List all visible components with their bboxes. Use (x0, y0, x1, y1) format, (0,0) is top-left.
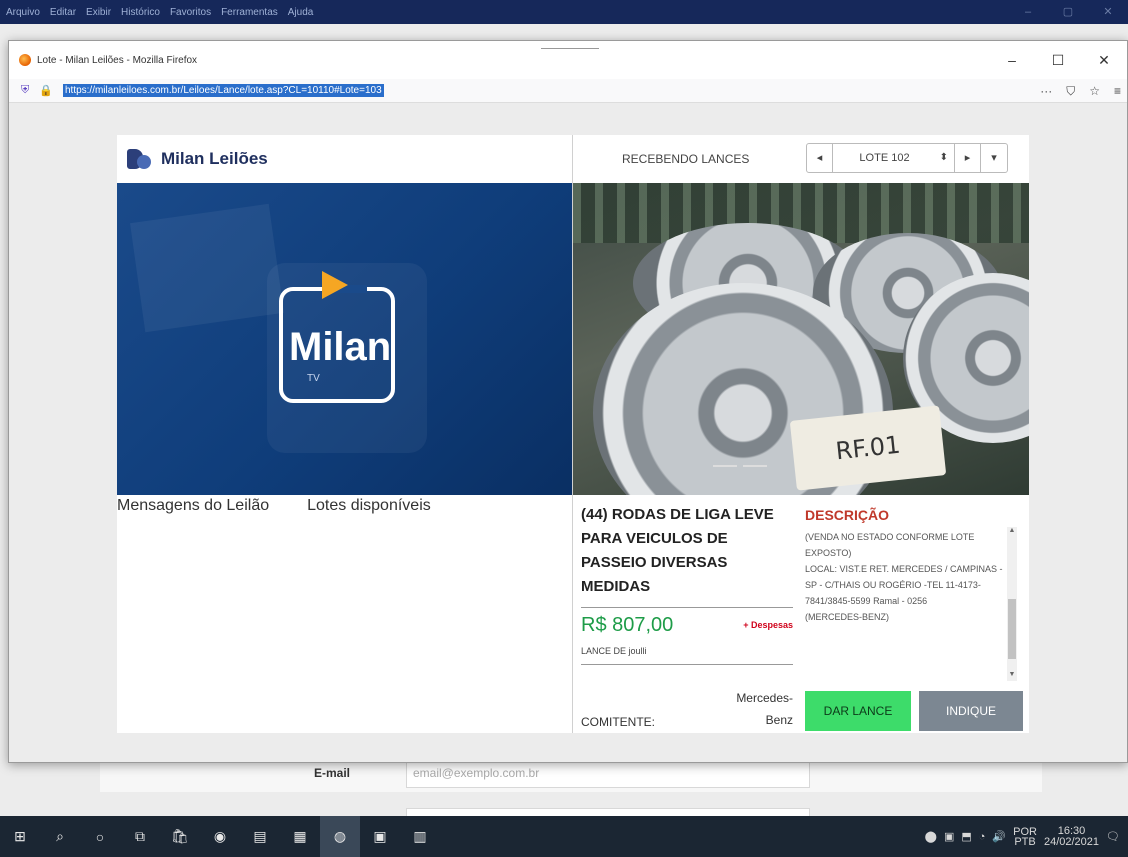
tray-icon[interactable]: ▣ (944, 830, 954, 843)
tray-icon[interactable]: ⬤ (925, 830, 937, 843)
despesas-link[interactable]: + Despesas (743, 620, 793, 630)
price-row: R$ 807,00 + Despesas (581, 614, 793, 644)
comitente-value: Mercedes-Benz (736, 691, 793, 727)
description-scrollbar[interactable]: ▲ ▼ (1007, 527, 1017, 681)
description-panel: DESCRIÇÃO (VENDA NO ESTADO CONFORME LOTE… (801, 495, 1029, 733)
video-subtitle: TV (307, 373, 320, 384)
scroll-up-icon[interactable]: ▲ (1007, 527, 1017, 537)
select-arrows-icon: ⬍ (939, 152, 948, 163)
comitente-row: COMITENTE: Mercedes-Benz (581, 677, 793, 737)
page-actions-icon[interactable]: ··· (1040, 84, 1052, 98)
app-icon[interactable]: ▣ (360, 816, 400, 857)
tray-icon[interactable]: ⬒ (961, 830, 971, 843)
store-icon[interactable]: 🛍 (160, 816, 200, 857)
language-indicator[interactable]: POR PTB (1013, 826, 1037, 848)
cortana-icon[interactable]: ○ (80, 816, 120, 857)
close-button[interactable]: ✕ (1081, 41, 1127, 79)
task-view-icon[interactable]: ⧉ (120, 816, 160, 857)
status-text: RECEBENDO LANCES (622, 152, 750, 166)
windows-taskbar: ⊞ ⌕ ○ ⧉ 🛍 ◉ ▤ ▦ ◍ ▣ ▥ ⬤ ▣ ⬒ ◔ 🔊 POR PTB … (0, 816, 1128, 857)
menu-editar[interactable]: Editar (50, 7, 76, 18)
network-icon[interactable]: ◔ (979, 831, 986, 843)
lot-select[interactable]: LOTE 102 ⬍ (833, 144, 955, 172)
milan-tv-video[interactable]: Milan TV (117, 183, 572, 495)
outer-menubar: Arquivo Editar Exibir Histórico Favorito… (0, 0, 1128, 24)
minimize-button[interactable]: – (989, 41, 1035, 79)
drag-handle[interactable] (541, 45, 599, 49)
description-title: DESCRIÇÃO (805, 507, 890, 523)
lang-bottom: PTB (1014, 835, 1036, 848)
pocket-icon[interactable]: ⛉ (1066, 84, 1075, 99)
menu-ajuda[interactable]: Ajuda (288, 7, 314, 18)
url-input[interactable]: https://milanleiloes.com.br/Leiloes/Lanc… (62, 84, 384, 97)
scroll-down-icon[interactable]: ▼ (1007, 671, 1017, 681)
maximize-button[interactable]: ☐ (1035, 41, 1081, 79)
file-explorer-icon[interactable]: ▤ (240, 816, 280, 857)
tracking-shield-icon[interactable]: ⛨ (21, 84, 29, 97)
firefox-icon (19, 54, 31, 66)
excel-icon[interactable]: ▥ (400, 816, 440, 857)
menu-arquivo[interactable]: Arquivo (6, 7, 40, 18)
app-icon[interactable]: ▦ (280, 816, 320, 857)
auction-tabs: Mensagens do Leilão Lotes disponíveis (117, 495, 572, 525)
next-lot-button[interactable]: ▸ (955, 144, 981, 172)
lot-photo[interactable]: RF.01 (573, 183, 1029, 495)
url-bar-actions: ··· ⛉ ☆ ≡ (1040, 79, 1121, 103)
menu-favoritos[interactable]: Favoritos (170, 7, 211, 18)
lot-title: (44) RODAS DE LIGA LEVE PARA VEICULOS DE… (581, 506, 774, 595)
hamburger-menu-icon[interactable]: ≡ (1114, 84, 1121, 98)
outer-window-controls: – ▢ ✕ (1008, 0, 1128, 24)
search-icon[interactable]: ⌕ (40, 816, 80, 857)
previous-lot-button[interactable]: ◂ (807, 144, 833, 172)
url-bar: ⛨ 🔒 https://milanleiloes.com.br/Leiloes/… (9, 79, 1127, 103)
brand-header: Milan Leilões (117, 135, 572, 183)
clock[interactable]: 16:30 24/02/2021 (1043, 825, 1100, 848)
description-line: (MERCEDES-BENZ) (805, 612, 890, 622)
lock-icon[interactable]: 🔒 (39, 84, 53, 97)
lot-info: (44) RODAS DE LIGA LEVE PARA VEICULOS DE… (573, 495, 801, 733)
popup-window-controls: – ☐ ✕ (989, 41, 1127, 79)
system-tray: ⬤ ▣ ⬒ ◔ 🔊 POR PTB 16:30 24/02/2021 🗨 (925, 816, 1128, 857)
firefox-taskbar-icon[interactable]: ◍ (320, 816, 360, 857)
menu-historico[interactable]: Histórico (121, 7, 160, 18)
tab-mensagens[interactable]: Mensagens do Leilão (117, 495, 269, 525)
carousel-indicators[interactable] (713, 465, 767, 467)
start-icon[interactable]: ⊞ (0, 816, 40, 857)
popup-titlebar: Lote - Milan Leilões - Mozilla Firefox –… (9, 41, 1127, 79)
bookmark-star-icon[interactable]: ☆ (1089, 84, 1100, 98)
description-line: (VENDA NO ESTADO CONFORME LOTE EXPOSTO) (805, 532, 975, 558)
comitente-label: COMITENTE: (581, 715, 655, 729)
clock-date: 24/02/2021 (1043, 835, 1100, 848)
lot-navigator: ◂ LOTE 102 ⬍ ▸ ▾ (806, 143, 1008, 173)
menu-ferramentas[interactable]: Ferramentas (221, 7, 278, 18)
outer-maximize-button[interactable]: ▢ (1048, 0, 1088, 24)
outer-close-button[interactable]: ✕ (1088, 0, 1128, 24)
volume-icon[interactable]: 🔊 (992, 830, 1006, 843)
description-line: LOCAL: VIST.E RET. MERCEDES / CAMPINAS -… (805, 564, 1003, 606)
video-title: Milan (289, 325, 392, 369)
lot-select-value: LOTE 102 (859, 152, 910, 164)
play-icon[interactable] (322, 271, 348, 299)
email-label: E-mail (314, 766, 351, 780)
description-body: (VENDA NO ESTADO CONFORME LOTE EXPOSTO) … (805, 529, 1015, 681)
scrollbar-thumb[interactable] (1008, 599, 1016, 659)
last-bidder: LANCE DE joulli (581, 646, 647, 656)
menu-exibir[interactable]: Exibir (86, 7, 111, 18)
chrome-icon[interactable]: ◉ (200, 816, 240, 857)
lot-options-dropdown[interactable]: ▾ (981, 144, 1007, 172)
current-price: R$ 807,00 (581, 614, 674, 636)
lot-card: Milan Leilões Milan TV RECEBENDO LANCES … (117, 135, 1029, 733)
window-title: Lote - Milan Leilões - Mozilla Firefox (37, 54, 198, 66)
dar-lance-button[interactable]: DAR LANCE (805, 691, 911, 731)
photo-tag: RF.01 (789, 405, 947, 491)
indique-button[interactable]: INDIQUE (919, 691, 1023, 731)
tab-lotes-disponiveis[interactable]: Lotes disponíveis (307, 495, 431, 525)
outer-minimize-button[interactable]: – (1008, 0, 1048, 24)
brand-logo-icon (127, 147, 153, 171)
notifications-icon[interactable]: 🗨 (1106, 830, 1120, 843)
brand-name: Milan Leilões (161, 149, 268, 168)
